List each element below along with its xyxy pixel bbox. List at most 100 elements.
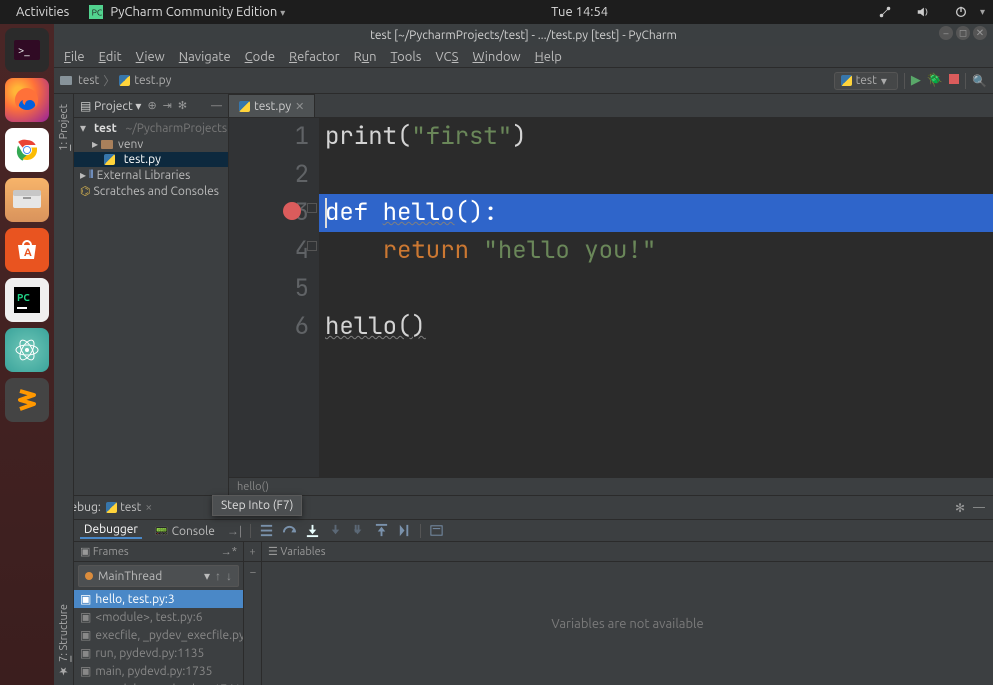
remove-watch-button[interactable]: − — [244, 566, 262, 579]
launcher-terminal[interactable]: >_ — [5, 28, 49, 72]
frame-row[interactable]: ▣ hello, test.py:3 — [74, 590, 243, 608]
scroll-to-source-icon[interactable]: ⊕ — [147, 99, 156, 112]
left-tool-strip: 1: Project — [54, 94, 74, 495]
menu-navigate[interactable]: Navigate — [173, 48, 237, 66]
evaluate-expression-icon[interactable] — [429, 523, 444, 538]
close-tab-icon[interactable]: ✕ — [295, 100, 304, 113]
menu-bar: File Edit View Navigate Code Refactor Ru… — [54, 46, 993, 68]
python-file-icon — [841, 75, 852, 86]
folder-icon — [60, 76, 72, 85]
run-button[interactable]: ▶ — [911, 73, 921, 88]
menu-window[interactable]: Window — [466, 48, 526, 66]
tree-external-libraries[interactable]: ▸ ⫴ External Libraries — [74, 167, 228, 183]
variables-empty-text: Variables are not available — [262, 562, 993, 685]
debug-tool-window: Debug: test × Step Into (F7) ✻ — ↻ ▶ ॥ ●… — [54, 495, 993, 685]
svg-text:>_: >_ — [18, 45, 30, 57]
run-config-label: test — [856, 74, 877, 87]
editor-gutter[interactable]: 1 2 3 4 5 6 — [229, 118, 319, 477]
hide-tool-window-icon[interactable]: — — [973, 501, 985, 515]
step-over-icon[interactable] — [282, 523, 297, 538]
settings-gear-icon[interactable]: ✻ — [955, 501, 965, 515]
step-into-my-code-icon[interactable] — [328, 523, 343, 538]
editor-tab-test-py[interactable]: test.py ✕ — [229, 94, 315, 117]
menu-view[interactable]: View — [130, 48, 171, 66]
code-editor[interactable]: 1 2 3 4 5 6 print("first") def hello(): … — [229, 118, 993, 477]
structure-tool-button[interactable]: ★ 7: Structure — [57, 604, 70, 677]
launcher-sublime[interactable] — [5, 378, 49, 422]
project-tool-button[interactable]: 1: Project — [58, 104, 70, 151]
console-tab[interactable]: 📟 Console — [150, 523, 219, 539]
menu-run[interactable]: Run — [348, 48, 383, 66]
add-watch-button[interactable]: + — [244, 546, 261, 558]
step-into-icon[interactable] — [305, 523, 320, 538]
settings-icon[interactable]: ✻ — [178, 99, 187, 112]
fold-region-icon[interactable] — [307, 241, 317, 251]
menu-help[interactable]: Help — [529, 48, 568, 66]
launcher-firefox[interactable] — [5, 78, 49, 122]
svg-text:PC: PC — [92, 8, 103, 18]
variables-label: Variables — [280, 546, 325, 558]
frame-row[interactable]: ▣ run, pydevd.py:1135 — [74, 644, 243, 662]
menu-file[interactable]: File — [58, 48, 91, 66]
tray-power-icon[interactable] — [942, 5, 980, 20]
tree-file-test-py[interactable]: test.py — [74, 152, 228, 167]
svg-text:A: A — [24, 247, 32, 259]
thread-status-icon — [85, 572, 93, 580]
activities-button[interactable]: Activities — [8, 5, 77, 19]
window-close-button[interactable]: ✕ — [973, 26, 987, 40]
fold-region-icon[interactable] — [307, 203, 317, 213]
clock[interactable]: Tue 14:54 — [543, 5, 616, 19]
breadcrumb-root[interactable]: test — [78, 74, 99, 87]
run-config-dropdown[interactable]: test ▾ — [834, 72, 898, 90]
frame-row[interactable]: ▣ <module>, pydevd.py:1741 — [74, 680, 243, 685]
window-title: test [~/PycharmProjects/test] - .../test… — [370, 29, 677, 42]
project-view-dropdown[interactable]: ▤ Project ▾ — [80, 99, 141, 113]
breakpoint-icon[interactable] — [283, 202, 301, 220]
tree-scratches[interactable]: ⌬ Scratches and Consoles — [74, 183, 228, 199]
launcher-pycharm[interactable]: PC — [5, 278, 49, 322]
window-maximize-button[interactable]: ◻ — [956, 26, 970, 40]
stop-button[interactable] — [949, 74, 959, 87]
app-menu-label: PyCharm Community Edition — [110, 5, 277, 19]
menu-code[interactable]: Code — [239, 48, 281, 66]
tray-network-icon[interactable] — [866, 5, 904, 20]
python-file-icon — [239, 101, 250, 112]
menu-refactor[interactable]: Refactor — [283, 48, 346, 66]
frame-row[interactable]: ▣ main, pydevd.py:1735 — [74, 662, 243, 680]
step-out-icon[interactable] — [374, 523, 389, 538]
tree-venv[interactable]: ▸ venv — [74, 136, 228, 152]
tooltip: Step Into (F7) — [212, 495, 302, 516]
app-menu[interactable]: PC PyCharm Community Edition ▾ — [77, 5, 293, 20]
search-everywhere-icon[interactable]: 🔍 — [972, 74, 987, 88]
show-execution-point-icon[interactable] — [259, 523, 274, 538]
frames-pane: ▣ Frames →* MainThread ▾ ↑↓ ▣ hello, tes… — [74, 542, 244, 685]
frames-list[interactable]: ▣ hello, test.py:3 ▣ <module>, test.py:6… — [74, 590, 243, 685]
hide-icon[interactable]: — — [211, 100, 222, 112]
window-minimize-button[interactable]: – — [939, 26, 953, 40]
run-to-cursor-icon[interactable] — [397, 523, 412, 538]
debugger-tab[interactable]: Debugger — [80, 522, 142, 539]
frame-row[interactable]: ▣ <module>, test.py:6 — [74, 608, 243, 626]
pycharm-window: test [~/PycharmProjects/test] - .../test… — [54, 24, 993, 685]
menu-tools[interactable]: Tools — [385, 48, 428, 66]
debug-session-name[interactable]: test — [120, 501, 141, 514]
close-session-icon[interactable]: × — [145, 501, 152, 514]
tray-volume-icon[interactable] — [904, 5, 942, 20]
project-root[interactable]: ▾ test ~/PycharmProjects — [74, 120, 228, 136]
launcher-atom[interactable] — [5, 328, 49, 372]
frames-options-icon[interactable]: →* — [221, 546, 237, 558]
collapse-all-icon[interactable]: ⇥ — [163, 99, 172, 112]
editor-breadcrumbs[interactable]: hello() — [229, 477, 993, 495]
launcher-chrome[interactable] — [5, 128, 49, 172]
editor-tab-label: test.py — [254, 100, 291, 113]
debug-button[interactable]: 🪲 — [927, 73, 943, 88]
python-file-icon — [119, 75, 130, 86]
launcher-software[interactable]: A — [5, 228, 49, 272]
force-step-into-icon[interactable] — [351, 523, 366, 538]
menu-edit[interactable]: Edit — [93, 48, 128, 66]
breadcrumb-file[interactable]: test.py — [134, 74, 171, 87]
menu-vcs[interactable]: VCS — [429, 48, 464, 66]
frame-row[interactable]: ▣ execfile, _pydev_execfile.py:18 — [74, 626, 243, 644]
thread-dropdown[interactable]: MainThread ▾ ↑↓ — [78, 565, 239, 587]
launcher-files[interactable] — [5, 178, 49, 222]
